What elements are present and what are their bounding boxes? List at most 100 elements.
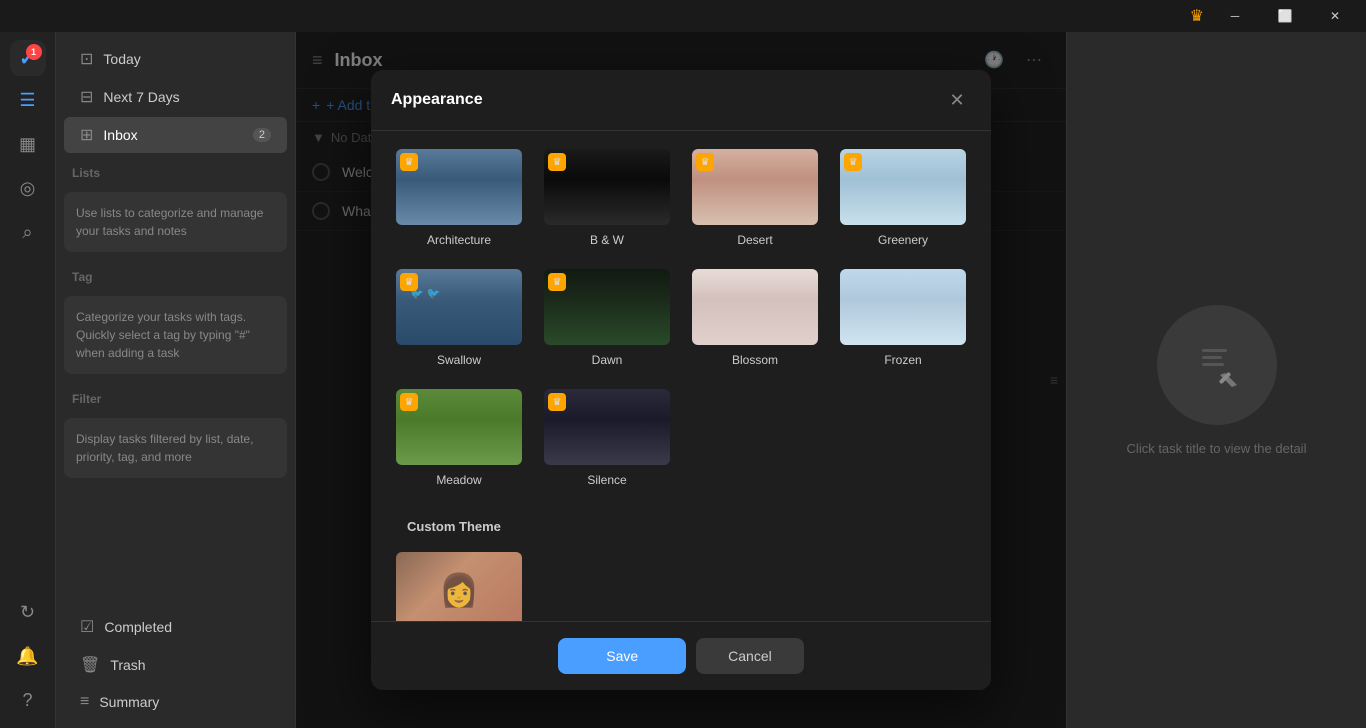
next7days-icon: ⊟ (80, 87, 93, 107)
inbox-badge: 2 (253, 128, 271, 142)
sidebar-habits-icon[interactable]: ◎ (8, 168, 48, 208)
completed-icon: ☑ (80, 617, 94, 637)
theme-swallow[interactable]: ♛ 🐦 🐦 Swallow (391, 267, 527, 367)
inbox-icon: ⊞ (80, 125, 93, 145)
custom-theme-title: Custom Theme (391, 507, 971, 540)
tasks-icon: ☰ (19, 90, 35, 111)
modal-body: ♛ Architecture ♛ B & W (371, 131, 991, 690)
theme-preview-architecture[interactable]: ♛ (394, 147, 524, 227)
modal-footer: Save Cancel (371, 621, 991, 690)
crown-icon: ♛ (1190, 6, 1204, 26)
modal-close-button[interactable]: ✕ (943, 86, 971, 114)
app-logo-button[interactable]: ✓ 1 (10, 40, 46, 76)
app-container: ✓ 1 ☰ ▦ ◎ ⌕ ↻ 🔔 ? ⊡ Today ⊟ (0, 0, 1366, 728)
theme-label-blossom: Blossom (732, 353, 778, 367)
theme-label-silence: Silence (587, 473, 626, 487)
tag-placeholder-card: Categorize your tasks with tags. Quickly… (64, 296, 287, 374)
theme-desert[interactable]: ♛ Desert (687, 147, 823, 247)
theme-label-desert: Desert (737, 233, 772, 247)
premium-badge-desert: ♛ (696, 153, 714, 171)
premium-badge-meadow: ♛ (400, 393, 418, 411)
theme-silence[interactable]: ♛ Silence (539, 387, 675, 487)
theme-meadow[interactable]: ♛ Meadow (391, 387, 527, 487)
modal-header: Appearance ✕ (371, 70, 991, 131)
titlebar: ♛ ─ ⬜ ✕ (0, 0, 1366, 32)
cancel-button[interactable]: Cancel (696, 638, 804, 674)
theme-preview-frozen[interactable] (838, 267, 968, 347)
custom-theme-face-icon: 👩 (439, 571, 479, 609)
document-cursor-icon (1187, 335, 1247, 395)
sidebar-tasks-icon[interactable]: ☰ (8, 80, 48, 120)
summary-icon: ≡ (80, 693, 89, 711)
detail-placeholder-icon (1157, 305, 1277, 425)
close-button[interactable]: ✕ (1312, 0, 1358, 32)
sidebar-item-today-label: Today (103, 51, 140, 67)
content-area: ≡ Inbox 🕐 ⋯ + + Add t ≡ ▼ No Date (296, 32, 1066, 728)
theme-preview-dawn[interactable]: ♛ (542, 267, 672, 347)
refresh-icon: ↻ (20, 602, 35, 623)
sidebar-item-summary-label: Summary (99, 694, 159, 710)
sidebar-item-today[interactable]: ⊡ Today (64, 41, 287, 77)
sidebar-item-completed[interactable]: ☑ Completed (64, 609, 287, 645)
theme-label-frozen: Frozen (884, 353, 921, 367)
theme-preview-blossom[interactable] (690, 267, 820, 347)
premium-badge-bw: ♛ (548, 153, 566, 171)
maximize-button[interactable]: ⬜ (1262, 0, 1308, 32)
theme-greenery[interactable]: ♛ Greenery (835, 147, 971, 247)
premium-badge-dawn: ♛ (548, 273, 566, 291)
detail-panel: Click task title to view the detail (1066, 32, 1366, 728)
sidebar-item-next7days[interactable]: ⊟ Next 7 Days (64, 79, 287, 115)
theme-architecture[interactable]: ♛ Architecture (391, 147, 527, 247)
theme-preview-greenery[interactable]: ♛ (838, 147, 968, 227)
sidebar-item-summary[interactable]: ≡ Summary (64, 685, 287, 719)
custom-theme-item[interactable]: 👩 (391, 550, 527, 630)
lists-placeholder-card: Use lists to categorize and manage your … (64, 192, 287, 252)
help-icon: ? (22, 690, 32, 711)
sidebar-bell-button[interactable]: 🔔 (8, 636, 48, 676)
tag-section-title: Tag (56, 258, 295, 290)
search-icon: ⌕ (22, 222, 32, 243)
calendar-icon: ▦ (19, 134, 36, 155)
bell-icon: 🔔 (16, 646, 38, 667)
save-button[interactable]: Save (558, 638, 686, 674)
theme-grid-row3: ♛ Meadow ♛ Silence (391, 387, 971, 487)
sidebar-item-next7days-label: Next 7 Days (103, 89, 179, 105)
theme-label-swallow: Swallow (437, 353, 481, 367)
sidebar-calendar-icon[interactable]: ▦ (8, 124, 48, 164)
premium-badge-greenery: ♛ (844, 153, 862, 171)
theme-bw[interactable]: ♛ B & W (539, 147, 675, 247)
theme-frozen[interactable]: Frozen (835, 267, 971, 367)
notification-badge: 1 (26, 44, 42, 60)
theme-grid-row2: ♛ 🐦 🐦 Swallow ♛ (391, 267, 971, 367)
sidebar-item-trash[interactable]: 🗑 Trash (64, 647, 287, 683)
sidebar-item-inbox[interactable]: ⊞ Inbox 2 (64, 117, 287, 153)
icon-sidebar: ✓ 1 ☰ ▦ ◎ ⌕ ↻ 🔔 ? (0, 32, 56, 728)
theme-label-meadow: Meadow (436, 473, 481, 487)
theme-preview-silence[interactable]: ♛ (542, 387, 672, 467)
appearance-modal: Appearance ✕ ♛ Architecture (371, 70, 991, 690)
theme-preview-bw[interactable]: ♛ (542, 147, 672, 227)
theme-preview-meadow[interactable]: ♛ (394, 387, 524, 467)
titlebar-controls: ─ ⬜ ✕ (1212, 0, 1358, 32)
theme-label-bw: B & W (590, 233, 624, 247)
today-icon: ⊡ (80, 49, 93, 69)
sidebar-item-inbox-label: Inbox (103, 127, 137, 143)
theme-blossom[interactable]: Blossom (687, 267, 823, 367)
sidebar-refresh-button[interactable]: ↻ (8, 592, 48, 632)
sidebar-search-icon-btn[interactable]: ⌕ (8, 212, 48, 252)
theme-label-greenery: Greenery (878, 233, 928, 247)
custom-theme-preview[interactable]: 👩 (394, 550, 524, 630)
sidebar-item-trash-label: Trash (110, 657, 145, 673)
minimize-button[interactable]: ─ (1212, 0, 1258, 32)
custom-theme-grid: 👩 (391, 550, 971, 630)
sidebar-help-button[interactable]: ? (8, 680, 48, 720)
theme-label-architecture: Architecture (427, 233, 491, 247)
theme-preview-desert[interactable]: ♛ (690, 147, 820, 227)
habits-icon: ◎ (20, 178, 36, 199)
theme-dawn[interactable]: ♛ Dawn (539, 267, 675, 367)
detail-hint-text: Click task title to view the detail (1107, 441, 1327, 456)
modal-title: Appearance (391, 91, 483, 109)
modal-overlay[interactable]: Appearance ✕ ♛ Architecture (296, 32, 1066, 728)
filter-section-title: Filter (56, 380, 295, 412)
theme-preview-swallow[interactable]: ♛ 🐦 🐦 (394, 267, 524, 347)
